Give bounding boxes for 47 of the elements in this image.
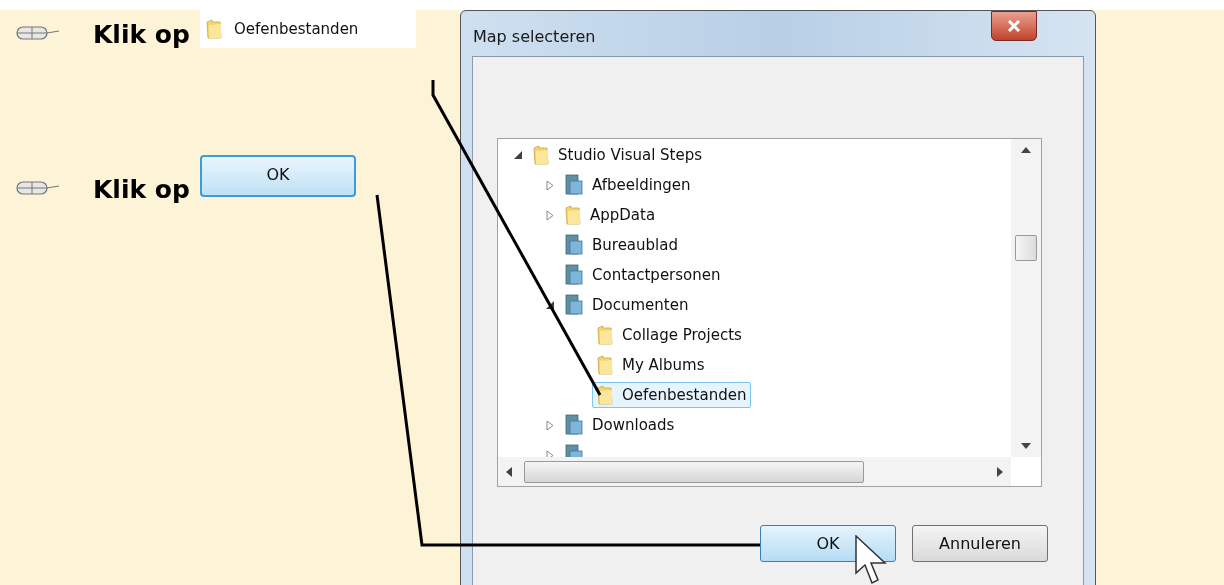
expanded-arrow-icon[interactable] <box>546 301 554 309</box>
folder-icon <box>597 325 613 345</box>
scroll-right-arrow-icon[interactable] <box>997 466 1003 477</box>
mouse-pointer-icon <box>855 535 889 585</box>
collapsed-arrow-icon[interactable] <box>546 449 554 457</box>
expanded-arrow-icon[interactable] <box>514 151 522 159</box>
tree-item[interactable]: My Albums <box>592 352 710 378</box>
collapsed-arrow-icon[interactable] <box>546 419 554 431</box>
horizontal-scrollbar[interactable] <box>498 457 1011 486</box>
folder-icon <box>597 385 613 405</box>
close-button[interactable] <box>991 11 1037 41</box>
instruction-text: Klik op <box>93 19 190 51</box>
collapsed-arrow-icon[interactable] <box>546 179 554 191</box>
tree-item[interactable]: Contactpersonen <box>560 262 726 288</box>
mouse-icon <box>16 180 60 196</box>
scrollbar-thumb[interactable] <box>524 460 864 483</box>
scroll-up-arrow-icon[interactable] <box>1021 147 1031 153</box>
tree-item[interactable]: Bureaublad <box>560 232 683 258</box>
scroll-down-arrow-icon[interactable] <box>1021 443 1031 449</box>
tree-item[interactable]: Studio Visual Steps <box>528 142 708 168</box>
ok-button-image: OK <box>199 155 356 197</box>
window-title: Map selecteren <box>473 26 596 48</box>
instruction-text: Klik op <box>93 174 190 206</box>
tree-item[interactable]: Collage Projects <box>592 322 747 348</box>
library-icon <box>565 414 583 436</box>
cancel-button[interactable]: Annuleren <box>912 525 1048 562</box>
folder-icon <box>597 355 613 375</box>
library-icon <box>565 294 583 316</box>
tree-item[interactable]: Downloads <box>560 412 680 438</box>
close-icon <box>1007 20 1021 32</box>
collapsed-arrow-icon[interactable] <box>546 209 554 221</box>
vertical-scrollbar[interactable] <box>1011 139 1041 457</box>
folder-icon <box>205 19 222 39</box>
folder-icon <box>565 205 581 225</box>
library-icon <box>565 234 583 256</box>
scrollbar-thumb[interactable] <box>1015 235 1037 261</box>
scroll-left-arrow-icon[interactable] <box>506 466 512 477</box>
tree-item[interactable]: Afbeeldingen <box>560 172 696 198</box>
ok-button[interactable]: OK <box>760 525 896 562</box>
library-icon <box>565 264 583 286</box>
tree-item[interactable]: AppData <box>560 202 661 228</box>
library-icon <box>565 174 583 196</box>
tree-item[interactable]: Documenten <box>560 292 694 318</box>
folder-icon <box>533 145 549 165</box>
mouse-icon <box>16 25 60 41</box>
tree-item[interactable]: Oefenbestanden <box>592 382 752 408</box>
folder-chip: Oefenbestanden <box>199 10 416 48</box>
